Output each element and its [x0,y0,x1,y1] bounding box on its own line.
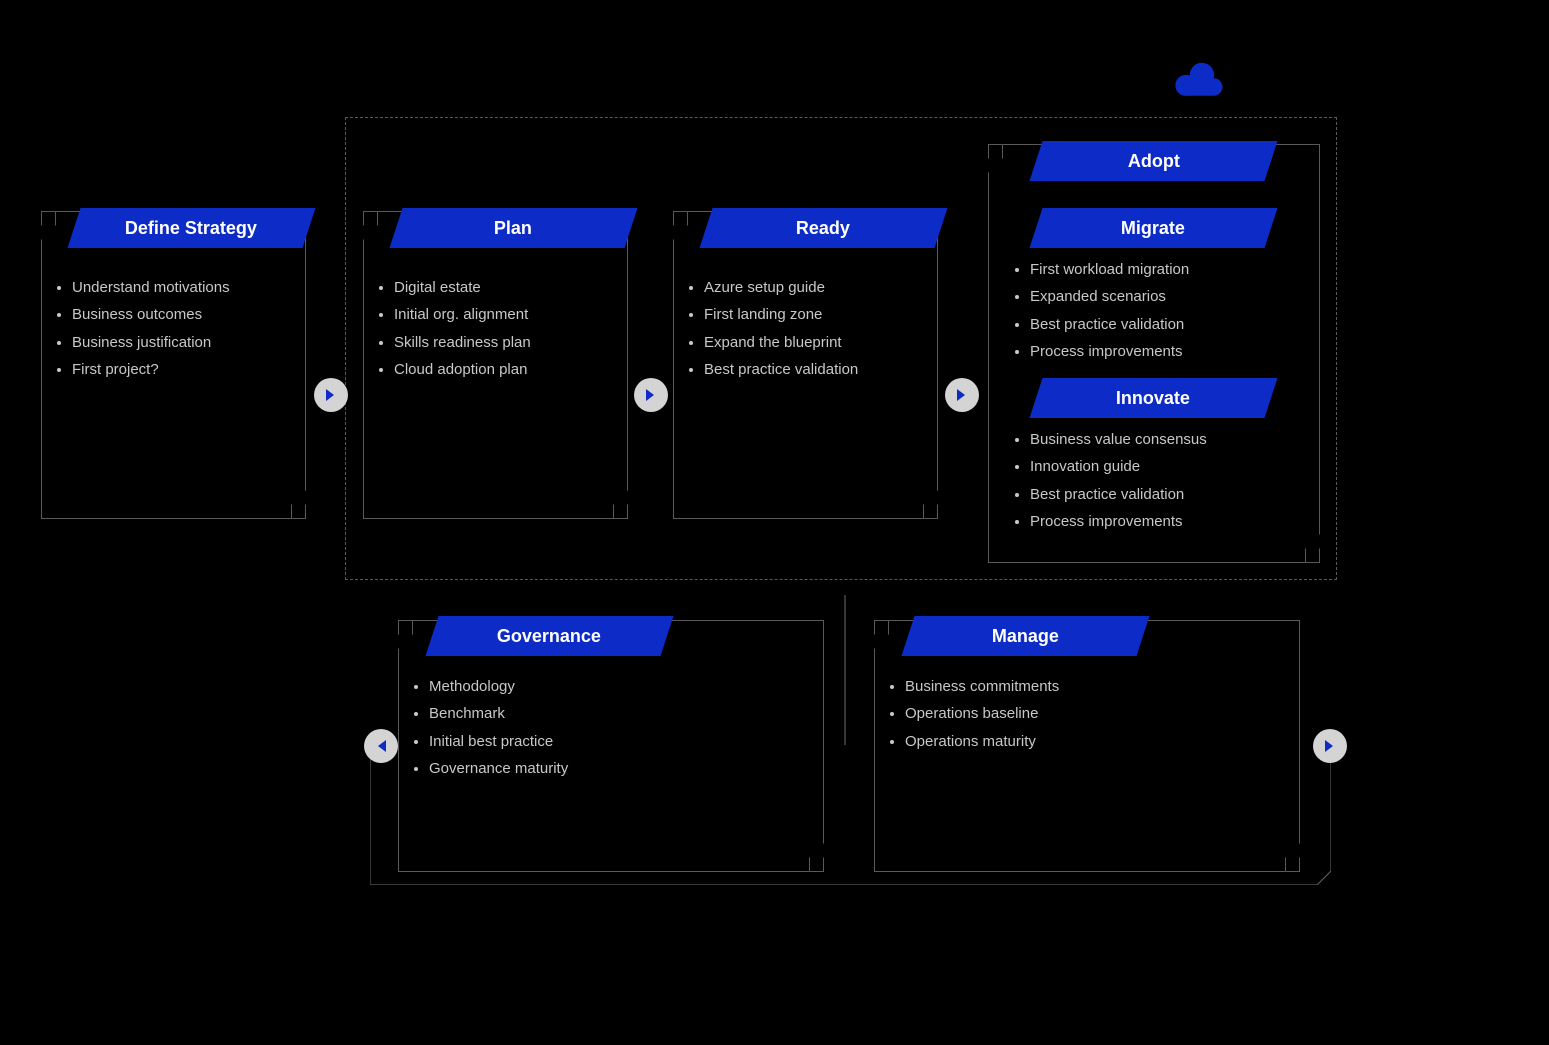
banner-label: Define Strategy [125,218,257,239]
list-item: Business value consensus [1030,428,1330,451]
banner-label: Ready [796,218,850,239]
list-item: Operations maturity [905,730,1289,753]
list-item: Process improvements [1030,340,1330,363]
phase-ready-items: Azure setup guide First landing zone Exp… [674,276,937,381]
phase-ready: Azure setup guide First landing zone Exp… [673,211,938,519]
list-item: Digital estate [394,276,617,299]
chevron-left-icon [364,729,398,763]
list-item: First project? [72,358,295,381]
phase-innovate-items: Business value consensus Innovation guid… [1000,424,1340,537]
list-item: Expand the blueprint [704,331,927,354]
phase-migrate-banner: Migrate [1030,208,1278,248]
phase-define-strategy-items: Understand motivations Business outcomes… [42,276,305,381]
phase-adopt-banner: Adopt [1030,141,1278,181]
banner-label: Governance [497,626,601,647]
list-item: Innovation guide [1030,455,1330,478]
list-item: Methodology [429,675,813,698]
chevron-right-icon [634,378,668,412]
list-item: Best practice validation [704,358,927,381]
list-item: Understand motivations [72,276,295,299]
phase-define-strategy-banner: Define Strategy [68,208,316,248]
phase-migrate-items: First workload migration Expanded scenar… [1000,254,1340,367]
banner-label: Manage [992,626,1059,647]
list-item: Business outcomes [72,303,295,326]
phase-plan-items: Digital estate Initial org. alignment Sk… [364,276,627,381]
banner-label: Innovate [1116,388,1190,409]
list-item: Expanded scenarios [1030,285,1330,308]
list-item: Cloud adoption plan [394,358,617,381]
phase-innovate-banner: Innovate [1030,378,1278,418]
banner-label: Adopt [1128,151,1180,172]
list-item: Initial org. alignment [394,303,617,326]
list-item: Best practice validation [1030,483,1330,506]
list-item: First workload migration [1030,258,1330,281]
chevron-right-icon [945,378,979,412]
list-item: Business justification [72,331,295,354]
list-item: Operations baseline [905,702,1289,725]
phase-manage-banner: Manage [902,616,1150,656]
cloud-icon [1170,60,1226,105]
chevron-right-icon [1313,729,1347,763]
chevron-right-icon [314,378,348,412]
phase-manage-items: Business commitments Operations baseline… [875,675,1299,753]
list-item: Initial best practice [429,730,813,753]
phase-governance-items: Methodology Benchmark Initial best pract… [399,675,823,780]
phase-plan: Digital estate Initial org. alignment Sk… [363,211,628,519]
phase-ready-banner: Ready [700,208,948,248]
list-item: Azure setup guide [704,276,927,299]
phase-define-strategy: Understand motivations Business outcomes… [41,211,306,519]
banner-label: Plan [494,218,532,239]
phase-governance-banner: Governance [426,616,674,656]
banner-label: Migrate [1121,218,1185,239]
list-item: Skills readiness plan [394,331,617,354]
list-item: Governance maturity [429,757,813,780]
phase-governance: Methodology Benchmark Initial best pract… [398,620,824,872]
list-item: First landing zone [704,303,927,326]
phase-manage: Business commitments Operations baseline… [874,620,1300,872]
list-item: Process improvements [1030,510,1330,533]
list-item: Best practice validation [1030,313,1330,336]
phase-plan-banner: Plan [390,208,638,248]
list-item: Business commitments [905,675,1289,698]
list-item: Benchmark [429,702,813,725]
